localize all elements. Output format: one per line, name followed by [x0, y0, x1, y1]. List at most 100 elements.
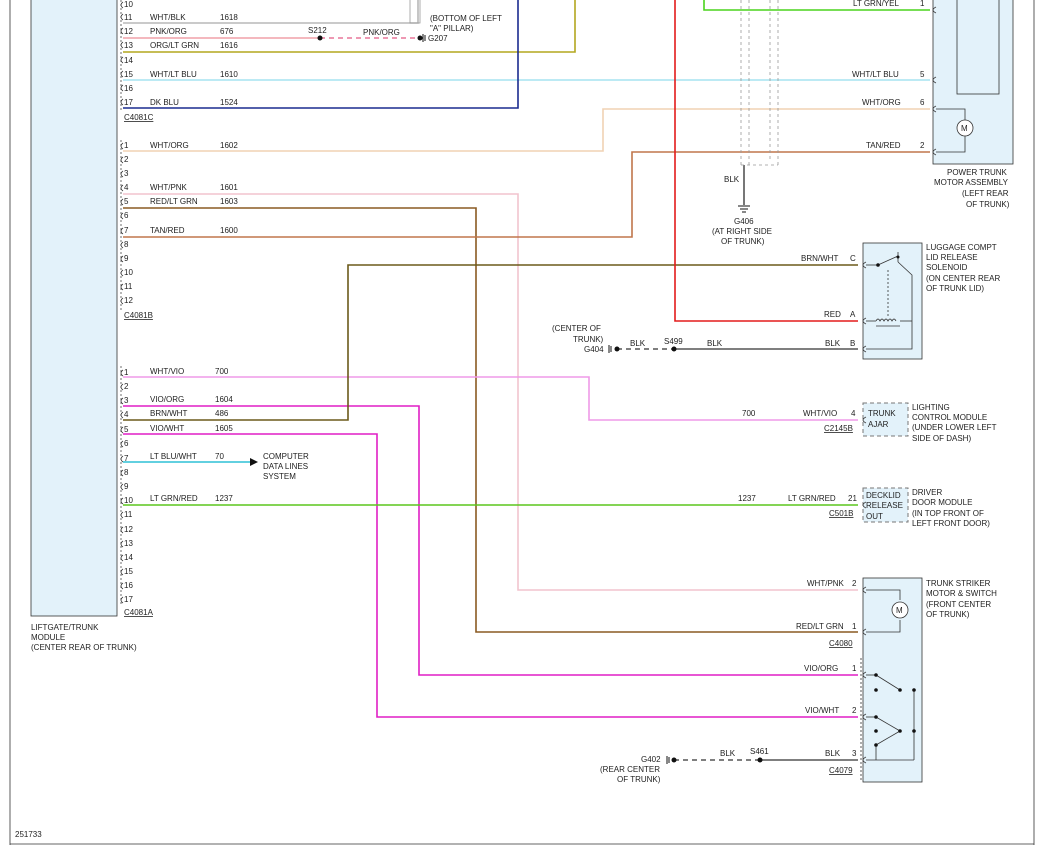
- wire-label-color: DK BLU: [150, 98, 179, 107]
- computer-data-line1: COMPUTER: [263, 452, 309, 461]
- pin-b-8: 8: [124, 240, 129, 249]
- pin-b-3: 3: [124, 169, 129, 178]
- g402-location-line2: OF TRUNK): [617, 775, 661, 784]
- ground-g406: BLK G406 (AT RIGHT SIDE OF TRUNK): [712, 175, 772, 246]
- lighting-title-4: SIDE OF DASH): [912, 434, 971, 443]
- wire-labels-a: WHT/VIO 700 VIO/ORG 1604 BRN/WHT 486 VIO…: [150, 367, 233, 503]
- solenoid-wire-c-pin: C: [850, 254, 856, 263]
- striker-bottom-wire3-pin: 3: [852, 749, 857, 758]
- power-wire-4-color: TAN/RED: [866, 141, 901, 150]
- wire-label-color: WHT/PNK: [150, 183, 188, 192]
- pin-b-9: 9: [124, 254, 129, 263]
- pillar-note-line2: "A" PILLAR): [430, 24, 474, 33]
- wire-labels-b: WHT/ORG 1602 WHT/PNK 1601 RED/LT GRN 160…: [150, 141, 238, 235]
- wire-label-color: LT BLU/WHT: [150, 452, 197, 461]
- lighting-control-module: TRUNK AJAR 700 WHT/VIO 4 C2145B LIGHTING…: [742, 402, 997, 443]
- pin-b-4: 4: [124, 183, 129, 192]
- g402-label: G402: [641, 755, 661, 764]
- computer-data-line3: SYSTEM: [263, 472, 296, 481]
- striker-top-wire2-pin: 1: [852, 622, 857, 631]
- wire-brn-wht-486: [123, 264, 858, 421]
- pin-a-6: 6: [124, 439, 129, 448]
- pin-c-14: 14: [124, 56, 133, 65]
- power-wire-4-pin: 2: [920, 141, 925, 150]
- door-pin: 21: [848, 494, 857, 503]
- wire-label-color: WHT/VIO: [150, 367, 184, 376]
- ground-g402: G402 (REAR CENTER OF TRUNK) BLK S461: [600, 747, 769, 784]
- striker-title-2: MOTOR & SWITCH: [926, 589, 997, 598]
- solenoid-title-5: OF TRUNK LID): [926, 284, 984, 293]
- power-trunk-motor-assembly: M LT GRN/YEL 1 WHT/LT BLU 5 WHT/ORG 6 TA…: [852, 0, 1014, 209]
- luggage-compt-solenoid: BRN/WHT C RED A BLK B LUGGAGE COMPT LID …: [801, 242, 1000, 360]
- door-label-1: DECKLID: [866, 491, 901, 500]
- wire-label-circuit: 1604: [215, 395, 233, 404]
- pin-b-7: 7: [124, 226, 129, 235]
- computer-data-line2: DATA LINES: [263, 462, 308, 471]
- pin-b-12: 12: [124, 296, 133, 305]
- lighting-circuit: 700: [742, 409, 756, 418]
- solenoid-wire-b-pin: B: [850, 339, 855, 348]
- pin-a-16: 16: [124, 581, 133, 590]
- connector-c4081c-label: C4081C: [124, 113, 154, 122]
- pin-a-13: 13: [124, 539, 133, 548]
- power-motor-m: M: [961, 124, 968, 133]
- wire-label-circuit: 1237: [215, 494, 233, 503]
- wire-label-circuit: 1524: [220, 98, 238, 107]
- lighting-title-2: CONTROL MODULE: [912, 413, 987, 422]
- wire-label-circuit: 1601: [220, 183, 238, 192]
- wire-label-color: TAN/RED: [150, 226, 185, 235]
- door-title-2: DOOR MODULE: [912, 498, 972, 507]
- wires: [123, 0, 930, 761]
- connector-c4081a: 1 2 3 4 5 6 7 8 9 10 11 12 13 14 15 16 1…: [120, 366, 154, 617]
- striker-title-1: TRUNK STRIKER: [926, 579, 991, 588]
- striker-bottom-wire1-color: VIO/ORG: [804, 664, 838, 673]
- power-wire-3-color: WHT/ORG: [862, 98, 901, 107]
- pin-a-1: 1: [124, 368, 129, 377]
- power-motor-title-1: POWER TRUNK: [947, 168, 1008, 177]
- wire-label-color: PNK/ORG: [150, 27, 187, 36]
- pin-a-14: 14: [124, 553, 133, 562]
- wire-label-circuit: 70: [215, 452, 224, 461]
- wire-wht-org-1602: [123, 108, 930, 152]
- striker-bottom-wire2-color: VIO/WHT: [805, 706, 839, 715]
- pin-c-17: 17: [124, 98, 133, 107]
- wire-label-color: ORG/LT GRN: [150, 41, 199, 50]
- pin-b-2: 2: [124, 155, 129, 164]
- pin-a-9: 9: [124, 482, 129, 491]
- wire-label-circuit: 1603: [220, 197, 238, 206]
- lighting-label-1: TRUNK: [868, 409, 896, 418]
- power-motor-title-4: OF TRUNK): [966, 200, 1010, 209]
- connector-c4081a-label: C4081A: [124, 608, 154, 617]
- g404-location-line2: TRUNK): [573, 335, 604, 344]
- power-wire-2-pin: 5: [920, 70, 925, 79]
- s212-label: S212: [308, 26, 327, 35]
- shield-bundle: [740, 0, 779, 166]
- striker-top-wire2-color: RED/LT GRN: [796, 622, 844, 631]
- pnk-org-dashed-label: PNK/ORG: [363, 28, 400, 37]
- g406-wire-label: BLK: [724, 175, 740, 184]
- lighting-pin: 4: [851, 409, 856, 418]
- s461-label: S461: [750, 747, 769, 756]
- trunk-striker-motor-switch: M WHT/PNK 2 RED/LT GRN 1 C4080 VIO/ORG 1…: [796, 577, 997, 783]
- striker-top-wire1-color: WHT/PNK: [807, 579, 845, 588]
- pin-c-12: 12: [124, 27, 133, 36]
- striker-connector-bottom: C4079: [829, 766, 853, 775]
- g406-location-line1: (AT RIGHT SIDE: [712, 227, 772, 236]
- wire-label-circuit: 700: [215, 367, 229, 376]
- wire-red-solenoid: [674, 0, 858, 322]
- driver-door-module: DECKLID RELEASE OUT 1237 LT GRN/RED 21 C…: [738, 487, 990, 528]
- lighting-connector: C2145B: [824, 424, 853, 433]
- connector-c4081b-label: C4081B: [124, 311, 153, 320]
- pin-b-5: 5: [124, 197, 129, 206]
- power-motor-title-3: (LEFT REAR: [962, 189, 1009, 198]
- wire-label-circuit: 676: [220, 27, 234, 36]
- striker-bottom-wire1-pin: 1: [852, 664, 857, 673]
- striker-title-3: (FRONT CENTER: [926, 600, 991, 609]
- pin-a-17: 17: [124, 595, 133, 604]
- solenoid-wire-a-color: RED: [824, 310, 841, 319]
- pin-a-12: 12: [124, 525, 133, 534]
- striker-title-4: OF TRUNK): [926, 610, 970, 619]
- pin-a-10: 10: [124, 496, 133, 505]
- wire-label-color: VIO/ORG: [150, 395, 184, 404]
- g207-label: G207: [428, 34, 448, 43]
